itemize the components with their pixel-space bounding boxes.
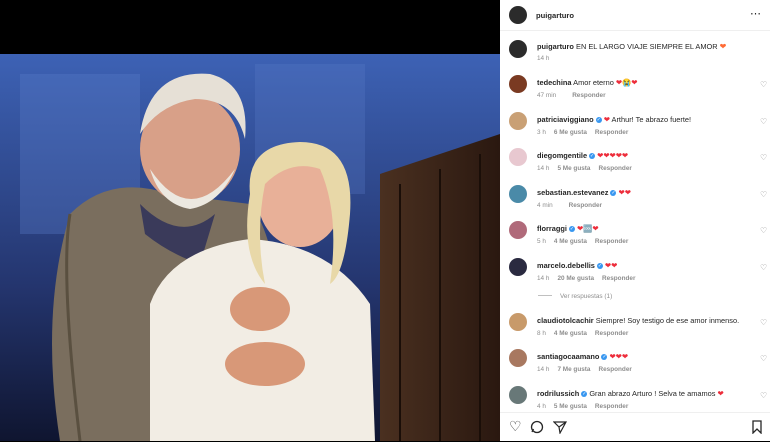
- comment-like-icon[interactable]: ♡: [760, 118, 767, 126]
- verified-badge-icon: ✓: [581, 391, 588, 397]
- commenter-username[interactable]: marcelo.debellis: [537, 261, 595, 270]
- reply-button[interactable]: Responder: [595, 129, 628, 136]
- reply-button[interactable]: Responder: [602, 275, 635, 282]
- reply-button[interactable]: Responder: [595, 330, 628, 337]
- commenter-avatar[interactable]: [509, 313, 527, 331]
- commenter-avatar[interactable]: [509, 221, 527, 239]
- author-avatar[interactable]: [509, 6, 527, 24]
- comment-text: Amor eterno ❤😭❤: [573, 78, 638, 87]
- reply-button[interactable]: Responder: [572, 92, 605, 99]
- commenter-username[interactable]: santiagocaamano: [537, 352, 599, 361]
- commenter-username[interactable]: claudiotolcachir: [537, 316, 594, 325]
- comment-likes[interactable]: 7 Me gusta: [557, 366, 590, 373]
- comment-time: 14 h: [537, 165, 550, 172]
- commenter-username[interactable]: rodrilussich: [537, 389, 579, 398]
- verified-badge-icon: ✓: [568, 226, 575, 232]
- author-avatar[interactable]: [509, 40, 527, 58]
- comment-time: 4 h: [537, 403, 546, 410]
- verified-badge-icon: ✓: [596, 263, 603, 269]
- reply-button[interactable]: Responder: [595, 403, 628, 410]
- comment-text: ❤❤❤: [609, 352, 629, 361]
- comment-text: ❤ Arthur! Te abrazo fuerte!: [603, 115, 692, 124]
- commenter-avatar[interactable]: [509, 112, 527, 130]
- caption-text: EN EL LARGO VIAJE SIEMPRE EL AMOR: [576, 42, 718, 51]
- reply-button[interactable]: Responder: [598, 165, 631, 172]
- comment-time: 14 h: [537, 366, 550, 373]
- caption-emoji: ❤: [719, 42, 727, 51]
- replies-divider: [538, 295, 552, 296]
- comment-text: ❤❤❤❤❤: [597, 151, 629, 160]
- view-replies-toggle[interactable]: Ver respuestas (1): [538, 293, 612, 300]
- comment-text: ❤❤: [604, 261, 618, 270]
- verified-badge-icon: ✓: [610, 190, 617, 196]
- commenter-username[interactable]: diegomgentile: [537, 151, 587, 160]
- comment-likes[interactable]: 4 Me gusta: [554, 238, 587, 245]
- comment-time: 4 min: [537, 202, 553, 209]
- heart-icon[interactable]: ♡: [509, 418, 522, 435]
- comment-like-icon[interactable]: ♡: [760, 264, 767, 272]
- commenter-avatar[interactable]: [509, 185, 527, 203]
- reply-button[interactable]: Responder: [595, 238, 628, 245]
- commenter-avatar[interactable]: [509, 75, 527, 93]
- view-replies-label: Ver respuestas (1): [560, 293, 613, 300]
- comments-panel: puigarturo ⋯ puigarturo EN EL LARGO VIAJ…: [500, 0, 770, 441]
- comment-time: 14 h: [537, 275, 550, 282]
- post-actions: ♡: [500, 412, 770, 442]
- post-photo[interactable]: [0, 54, 500, 441]
- comment-likes[interactable]: 6 Me gusta: [554, 129, 587, 136]
- verified-badge-icon: ✓: [601, 354, 608, 360]
- reply-button[interactable]: Responder: [598, 366, 631, 373]
- comment-likes[interactable]: 5 Me gusta: [554, 403, 587, 410]
- comment-time: 8 h: [537, 330, 546, 337]
- commenter-avatar[interactable]: [509, 148, 527, 166]
- comment-text: ❤❤: [618, 188, 631, 197]
- comment-time: 47 min: [537, 92, 557, 99]
- comment-like-icon[interactable]: ♡: [760, 392, 767, 400]
- comment-time: 3 h: [537, 129, 546, 136]
- caption-time: 14 h: [537, 55, 550, 62]
- commenter-username[interactable]: sebastian.estevanez: [537, 188, 608, 197]
- commenter-avatar[interactable]: [509, 258, 527, 276]
- comment-text: ❤🆒❤: [576, 224, 599, 233]
- bookmark-icon[interactable]: [752, 420, 762, 434]
- more-icon[interactable]: ⋯: [750, 7, 762, 20]
- comment-like-icon[interactable]: ♡: [760, 154, 767, 162]
- comment-text: Gran abrazo Arturo ! Selva te amamos ❤: [589, 389, 724, 398]
- caption-username[interactable]: puigarturo: [537, 42, 574, 51]
- comment-likes[interactable]: 5 Me gusta: [557, 165, 590, 172]
- comment-likes[interactable]: 20 Me gusta: [557, 275, 594, 282]
- commenter-username[interactable]: florraggi: [537, 224, 567, 233]
- reply-button[interactable]: Responder: [569, 202, 602, 209]
- verified-badge-icon: ✓: [589, 153, 596, 159]
- comment-like-icon[interactable]: ♡: [760, 81, 767, 89]
- comment-like-icon[interactable]: ♡: [760, 319, 767, 327]
- comment-like-icon[interactable]: ♡: [760, 227, 767, 235]
- comment-icon[interactable]: [530, 420, 544, 434]
- commenter-username[interactable]: tedechina: [537, 78, 572, 87]
- comment-text: Siempre! Soy testigo de ese amor inmenso…: [595, 316, 740, 325]
- commenter-username[interactable]: patriciaviggiano: [537, 115, 594, 124]
- share-icon[interactable]: [553, 420, 567, 434]
- post-header: puigarturo ⋯: [500, 0, 770, 31]
- commenter-avatar[interactable]: [509, 349, 527, 367]
- post-media-pane: [0, 0, 500, 441]
- comment-like-icon[interactable]: ♡: [760, 191, 767, 199]
- author-username[interactable]: puigarturo: [536, 11, 574, 20]
- commenter-avatar[interactable]: [509, 386, 527, 404]
- comment-likes[interactable]: 4 Me gusta: [554, 330, 587, 337]
- comment-time: 5 h: [537, 238, 546, 245]
- verified-badge-icon: ✓: [595, 117, 602, 123]
- post-photo-image: [0, 54, 500, 441]
- comment-like-icon[interactable]: ♡: [760, 355, 767, 363]
